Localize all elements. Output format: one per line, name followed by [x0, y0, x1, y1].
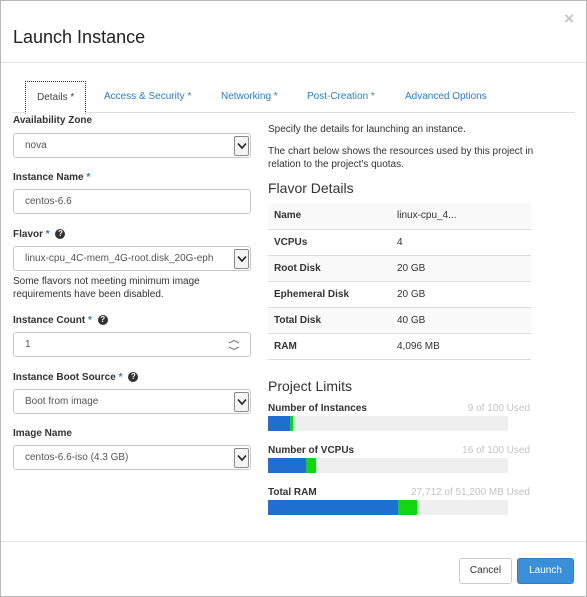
limit-used-text: 9 of 100 Used — [467, 403, 530, 414]
flavor-detail-value: 20 GB — [391, 280, 531, 307]
limit-added-fill — [290, 416, 293, 431]
tab-access-security[interactable]: Access & Security * — [93, 81, 202, 113]
dialog-footer: Cancel Launch — [1, 541, 586, 597]
flavor-detail-row: Total Disk 40 GB — [268, 306, 531, 333]
image-name-select[interactable]: centos-6.6-iso (4.3 GB) — [13, 445, 251, 470]
flavor-detail-key: Name — [268, 203, 391, 229]
instance-count-input[interactable]: 1 — [13, 332, 251, 357]
flavor-label: Flavor * ? — [13, 229, 66, 240]
tab-post-creation[interactable]: Post-Creation * — [296, 81, 386, 113]
chevron-down-icon[interactable] — [234, 136, 249, 156]
limit-progress-bar — [268, 416, 508, 431]
number-spinner-icon[interactable] — [228, 340, 240, 350]
limit-current-fill — [268, 500, 398, 515]
launch-button[interactable]: Launch — [517, 558, 574, 584]
boot-source-label: Instance Boot Source * ? — [13, 372, 139, 383]
flavor-detail-row: Root Disk 20 GB — [268, 254, 531, 281]
flavor-detail-value: 4,096 MB — [391, 332, 531, 360]
limit-used-text: 16 of 100 Used — [462, 445, 530, 456]
flavor-details-table: Name linux-cpu_4... VCPUs 4 Root Disk 20 GB Ep… — [268, 203, 531, 360]
help-text-intro: Specify the details for launching an ins… — [268, 124, 466, 135]
tab-networking[interactable]: Networking * — [210, 81, 289, 113]
limit-used-text: 27,712 of 51,200 MB Used — [411, 487, 530, 498]
boot-source-select[interactable]: Boot from image — [13, 389, 251, 414]
flavor-detail-key: RAM — [268, 332, 391, 360]
limit-label: Total RAM — [268, 487, 317, 498]
limit-current-fill — [268, 458, 306, 473]
flavor-detail-key: Root Disk — [268, 254, 391, 281]
chevron-down-icon[interactable] — [234, 392, 249, 412]
question-circle-icon[interactable]: ? — [97, 315, 108, 325]
flavor-detail-row: RAM 4,096 MB — [268, 332, 531, 360]
close-icon[interactable]: × — [564, 9, 574, 29]
chevron-down-icon[interactable] — [234, 448, 249, 468]
project-limits-title: Project Limits — [268, 378, 353, 394]
flavor-select[interactable]: linux-cpu_4C-mem_4G-root.disk_20G-eph — [13, 246, 251, 271]
availability-zone-label: Availability Zone — [13, 115, 93, 126]
availability-zone-select[interactable]: nova — [13, 133, 251, 158]
flavor-detail-row: Name linux-cpu_4... — [268, 203, 531, 229]
flavor-detail-key: VCPUs — [268, 228, 391, 255]
dialog-header: Launch Instance × — [1, 1, 586, 63]
cancel-button[interactable]: Cancel — [459, 558, 512, 584]
flavor-detail-row: Ephemeral Disk 20 GB — [268, 280, 531, 307]
flavor-detail-key: Ephemeral Disk — [268, 280, 391, 307]
flavor-detail-row: VCPUs 4 — [268, 228, 531, 255]
limit-progress-bar — [268, 458, 508, 473]
limit-label: Number of Instances — [268, 403, 367, 414]
help-text-quota: The chart below shows the resources used… — [268, 146, 534, 170]
limit-progress-bar — [268, 500, 508, 515]
limit-added-fill — [398, 500, 417, 515]
launch-instance-dialog: Launch Instance × Details * Access & Sec… — [0, 0, 587, 597]
tab-details[interactable]: Details * — [25, 81, 87, 114]
flavor-detail-value: linux-cpu_4... — [391, 203, 531, 229]
flavor-details-title: Flavor Details — [268, 180, 354, 196]
flavor-detail-key: Total Disk — [268, 306, 391, 333]
question-circle-icon[interactable]: ? — [128, 372, 139, 382]
limit-added-fill — [306, 458, 316, 473]
limit-label: Number of VCPUs — [268, 445, 355, 456]
flavor-detail-value: 4 — [391, 228, 531, 255]
chevron-down-icon[interactable] — [234, 249, 249, 269]
flavor-detail-value: 20 GB — [391, 254, 531, 281]
image-name-label: Image Name — [13, 428, 72, 439]
instance-name-input[interactable]: centos-6.6 — [13, 189, 251, 214]
tab-bar: Details * Access & Security * Networking… — [13, 81, 575, 114]
flavor-detail-value: 40 GB — [391, 306, 531, 333]
tab-advanced-options[interactable]: Advanced Options — [394, 81, 498, 113]
question-circle-icon[interactable]: ? — [55, 229, 66, 239]
dialog-title: Launch Instance — [13, 27, 146, 47]
flavor-note: Some flavors not meeting minimum image r… — [13, 276, 200, 300]
limit-current-fill — [268, 416, 290, 431]
instance-name-label: Instance Name * — [13, 172, 91, 183]
instance-count-label: Instance Count * ? — [13, 315, 108, 326]
